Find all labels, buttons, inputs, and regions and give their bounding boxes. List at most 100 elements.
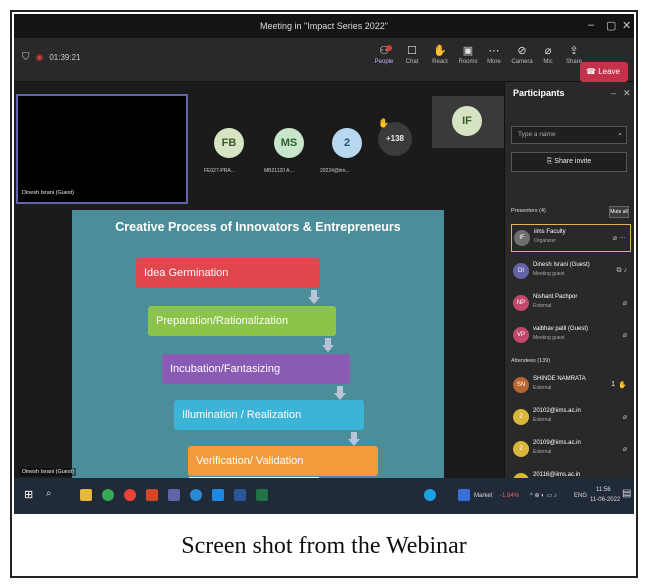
people-button[interactable]: ⚇ People bbox=[370, 43, 398, 65]
participant-row[interactable]: DI Dinesh Israni (Guest) Meeting guest ⧉… bbox=[511, 258, 631, 286]
browser-icon[interactable] bbox=[424, 489, 436, 501]
presenters-header[interactable]: Presenters (4) bbox=[511, 208, 546, 214]
edge-icon[interactable] bbox=[190, 489, 202, 501]
camera-off-icon: ⊘ bbox=[517, 45, 527, 57]
raised-hand-icon: ✋ bbox=[378, 118, 390, 128]
participant-row[interactable]: NP Nishant Pachpor External ⌀ bbox=[511, 290, 631, 318]
participant-name: SHINDE NAMRATA bbox=[533, 376, 586, 382]
window-title: Meeting in "Impact Series 2022" bbox=[260, 21, 388, 31]
self-tile-name: Dinesh Israni (Guest) bbox=[22, 190, 74, 196]
search-icon[interactable]: ⌕ bbox=[46, 488, 52, 499]
mute-all-button[interactable]: Mute all bbox=[609, 206, 629, 218]
windows-start-icon[interactable]: ⊞ bbox=[24, 488, 33, 501]
mic-off-icon: ⌀ bbox=[544, 45, 552, 57]
step-incubation: Incubation/Fantasizing bbox=[162, 354, 350, 384]
step-verification: Verification/ Validation bbox=[188, 446, 378, 476]
teams-icon[interactable] bbox=[168, 489, 180, 501]
avatar: IF bbox=[452, 106, 482, 136]
chat-label: Chat bbox=[405, 59, 419, 65]
meeting-toolbar: ⛉ ◉ 01:39:21 ⚇ People ☐ Chat ✋ React ▣ R… bbox=[14, 38, 634, 82]
rooms-button[interactable]: ▣ Rooms bbox=[454, 43, 482, 65]
react-label: React bbox=[432, 59, 448, 65]
avatar: SN bbox=[513, 377, 529, 393]
participant-role: External bbox=[533, 385, 552, 391]
search-placeholder: Type a name bbox=[518, 131, 556, 138]
tray-icons[interactable]: ^ ⊕ ◐ ▭ ♪ bbox=[530, 492, 557, 499]
close-icon[interactable]: ✕ bbox=[623, 88, 631, 99]
mic-off-icon: ⌀ bbox=[622, 332, 627, 339]
participant-name: Dinesh Israni (Guest) bbox=[533, 262, 590, 268]
word-icon[interactable] bbox=[234, 489, 246, 501]
slide-title: Creative Process of Innovators & Entrepr… bbox=[115, 220, 401, 234]
popout-icon[interactable]: – bbox=[611, 88, 616, 98]
if-tile[interactable]: IF bbox=[432, 96, 504, 148]
title-bar: Meeting in "Impact Series 2022" – ▢ ✕ bbox=[14, 14, 634, 38]
people-label: People bbox=[374, 59, 394, 65]
recording-icon: ◉ bbox=[35, 52, 44, 62]
mic-off-icon: ⌀ ⋯ bbox=[612, 235, 626, 242]
share-invite-button[interactable]: ⎘ Share invite bbox=[511, 152, 627, 172]
down-arrow-icon bbox=[322, 338, 334, 352]
maximize-icon[interactable]: ▢ bbox=[606, 19, 616, 32]
avatar: 2 bbox=[513, 409, 529, 425]
avatar-label: FE027-PRA... bbox=[204, 168, 235, 174]
presenter-label: Dinesh Israni (Guest) bbox=[20, 468, 76, 476]
participant-role: External bbox=[533, 303, 552, 309]
avatar: 2 bbox=[513, 441, 529, 457]
avatar-label: 20224@iim... bbox=[320, 168, 350, 174]
raised-hand-icon: ✋ bbox=[618, 382, 627, 389]
participants-panel: Participants – ✕ Type a name ⌕ ⎘ Share i… bbox=[504, 82, 634, 478]
participant-role: Organizer bbox=[534, 238, 556, 244]
leave-button[interactable]: ☎ Leave bbox=[580, 62, 628, 82]
participant-role: External bbox=[533, 449, 552, 455]
participant-role: Meeting guest bbox=[533, 271, 565, 277]
market-change: -1.84% bbox=[500, 493, 520, 499]
meeting-stage: Dinesh Israni (Guest) FB FE027-PRA... MS… bbox=[14, 82, 504, 490]
chat-button[interactable]: ☐ Chat bbox=[398, 43, 426, 65]
chat-icon: ☐ bbox=[407, 45, 417, 57]
more-button[interactable]: ⋯ More bbox=[480, 43, 508, 65]
participant-row[interactable]: IF iims Faculty Organizer ⌀ ⋯ bbox=[511, 224, 631, 252]
file-explorer-icon[interactable] bbox=[80, 489, 92, 501]
avatar-label: MB21120 A... bbox=[264, 168, 294, 174]
participant-row[interactable]: VP vaibhav patil (Guest) Meeting guest ⌀ bbox=[511, 322, 631, 350]
mic-off-icon: ⌀ bbox=[622, 414, 627, 421]
search-input[interactable]: Type a name ⌕ bbox=[511, 126, 627, 144]
down-arrow-icon bbox=[308, 290, 320, 304]
participant-row[interactable]: SN SHINDE NAMRATA External 1 ✋ bbox=[511, 372, 631, 400]
down-arrow-icon bbox=[348, 432, 360, 446]
avatar[interactable]: 2 bbox=[332, 128, 362, 158]
powerpoint-icon[interactable] bbox=[146, 489, 158, 501]
people-icon: ⚇ bbox=[379, 45, 389, 57]
participant-row[interactable]: 2 20116@iims.ac.in External bbox=[511, 468, 631, 478]
camera-button[interactable]: ⊘ Camera bbox=[508, 43, 536, 65]
notification-icon[interactable]: ▤ bbox=[622, 488, 631, 499]
minimize-icon[interactable]: – bbox=[588, 19, 594, 31]
share-icon: ⇪ bbox=[569, 45, 579, 57]
avatar[interactable]: FB bbox=[214, 128, 244, 158]
avatar: DI bbox=[513, 263, 529, 279]
participant-row[interactable]: 2 20109@iims.ac.in External ⌀ bbox=[511, 436, 631, 464]
participant-role: External bbox=[533, 417, 552, 423]
step-illumination: Illumination / Realization bbox=[174, 400, 364, 430]
mic-off-icon: ⌀ bbox=[622, 300, 627, 307]
clock-time: 11:56 bbox=[596, 487, 611, 493]
market-icon bbox=[458, 489, 470, 501]
participant-name: 20109@iims.ac.in bbox=[533, 440, 581, 446]
excel-icon[interactable] bbox=[256, 489, 268, 501]
close-icon[interactable]: ✕ bbox=[622, 19, 631, 32]
mic-off-icon: ⌀ bbox=[622, 446, 627, 453]
participant-name: iims Faculty bbox=[534, 229, 566, 235]
react-icon: ✋ bbox=[433, 45, 447, 57]
attendees-header[interactable]: Attendees (139) bbox=[511, 358, 550, 364]
participant-role: Meeting guest bbox=[533, 335, 565, 341]
outlook-icon[interactable] bbox=[212, 489, 224, 501]
mic-button[interactable]: ⌀ Mic bbox=[534, 43, 562, 65]
avatar[interactable]: MS bbox=[274, 128, 304, 158]
participant-row[interactable]: 2 20102@iims.ac.in External ⌀ bbox=[511, 404, 631, 432]
language-indicator[interactable]: ENG bbox=[574, 493, 587, 499]
chrome-icon[interactable] bbox=[124, 489, 136, 501]
self-video-tile[interactable]: Dinesh Israni (Guest) bbox=[16, 94, 188, 204]
chrome-icon[interactable] bbox=[102, 489, 114, 501]
react-button[interactable]: ✋ React bbox=[426, 43, 454, 65]
